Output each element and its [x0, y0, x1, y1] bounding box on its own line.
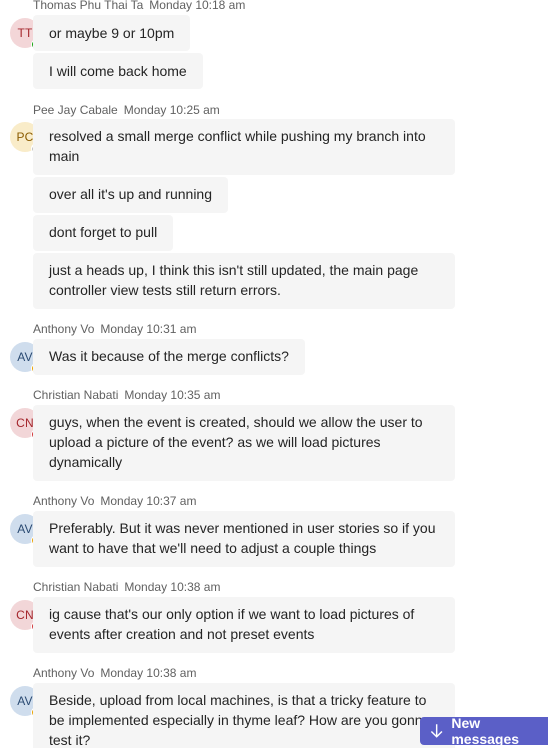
- message-text: over all it's up and running: [49, 186, 212, 202]
- message-bubble[interactable]: Was it because of the merge conflicts?: [33, 339, 305, 375]
- message-timestamp: Monday 10:38 am: [100, 666, 197, 680]
- message-bubble[interactable]: resolved a small merge conflict while pu…: [33, 119, 455, 175]
- message-header: Anthony Vo Monday 10:31 am: [33, 322, 196, 336]
- message-text: guys, when the event is created, should …: [49, 414, 423, 470]
- sender-name: Thomas Phu Thai Ta: [33, 0, 144, 12]
- message-bubble[interactable]: or maybe 9 or 10pm: [33, 15, 191, 51]
- avatar-initials: CN: [16, 416, 34, 430]
- message-timestamp: Monday 10:35 am: [124, 388, 221, 402]
- sender-name: Christian Nabati: [33, 388, 119, 402]
- message-bubble[interactable]: just a heads up, I think this isn't stil…: [33, 253, 455, 309]
- message-timestamp: Monday 10:25 am: [123, 103, 220, 117]
- message-header: Christian Nabati Monday 10:38 am: [33, 580, 220, 594]
- message-bubble[interactable]: I will come back home: [33, 53, 203, 89]
- sender-name: Anthony Vo: [33, 322, 95, 336]
- message-text: dont forget to pull: [49, 224, 158, 240]
- message-timestamp: Monday 10:37 am: [100, 494, 197, 508]
- message-text: I will come back home: [49, 63, 187, 79]
- message-text: resolved a small merge conflict while pu…: [49, 128, 426, 164]
- avatar-initials: TT: [17, 26, 33, 40]
- sender-name: Anthony Vo: [33, 494, 95, 508]
- avatar-initials: CN: [16, 608, 34, 622]
- message-bubble[interactable]: ig cause that's our only option if we wa…: [33, 597, 455, 653]
- message-header: Pee Jay Cabale Monday 10:25 am: [33, 103, 220, 117]
- message-header: Christian Nabati Monday 10:35 am: [33, 388, 220, 402]
- message-text: Preferably. But it was never mentioned i…: [49, 520, 436, 556]
- message-bubble[interactable]: over all it's up and running: [33, 177, 228, 213]
- message-text: ig cause that's our only option if we wa…: [49, 606, 415, 642]
- message-text: Beside, upload from local machines, is t…: [49, 692, 431, 748]
- message-timestamp: Monday 10:38 am: [124, 580, 221, 594]
- message-bubble[interactable]: Preferably. But it was never mentioned i…: [33, 511, 455, 567]
- chat-thread[interactable]: Thomas Phu Thai Ta Monday 10:18 am TT or …: [0, 0, 548, 748]
- avatar-initials: AV: [17, 694, 33, 708]
- message-header: Anthony Vo Monday 10:37 am: [33, 494, 196, 508]
- message-text: just a heads up, I think this isn't stil…: [49, 262, 419, 298]
- sender-name: Anthony Vo: [33, 666, 95, 680]
- avatar-initials: AV: [17, 350, 33, 364]
- message-bubble[interactable]: dont forget to pull: [33, 215, 174, 251]
- arrow-down-icon: [430, 724, 443, 738]
- message-bubble[interactable]: Beside, upload from local machines, is t…: [33, 683, 455, 748]
- message-text: Was it because of the merge conflicts?: [49, 348, 289, 364]
- sender-name: Pee Jay Cabale: [33, 103, 118, 117]
- message-text: or maybe 9 or 10pm: [49, 25, 175, 41]
- new-messages-label: New messages: [451, 715, 520, 747]
- message-timestamp: Monday 10:31 am: [100, 322, 197, 336]
- new-messages-button[interactable]: New messages: [420, 715, 548, 747]
- message-timestamp: Monday 10:18 am: [149, 0, 246, 12]
- avatar-initials: AV: [17, 522, 33, 536]
- message-header: Thomas Phu Thai Ta Monday 10:18 am: [33, 0, 245, 12]
- message-bubble[interactable]: guys, when the event is created, should …: [33, 405, 455, 481]
- message-header: Anthony Vo Monday 10:38 am: [33, 666, 196, 680]
- avatar-initials: PC: [16, 130, 34, 144]
- sender-name: Christian Nabati: [33, 580, 119, 594]
